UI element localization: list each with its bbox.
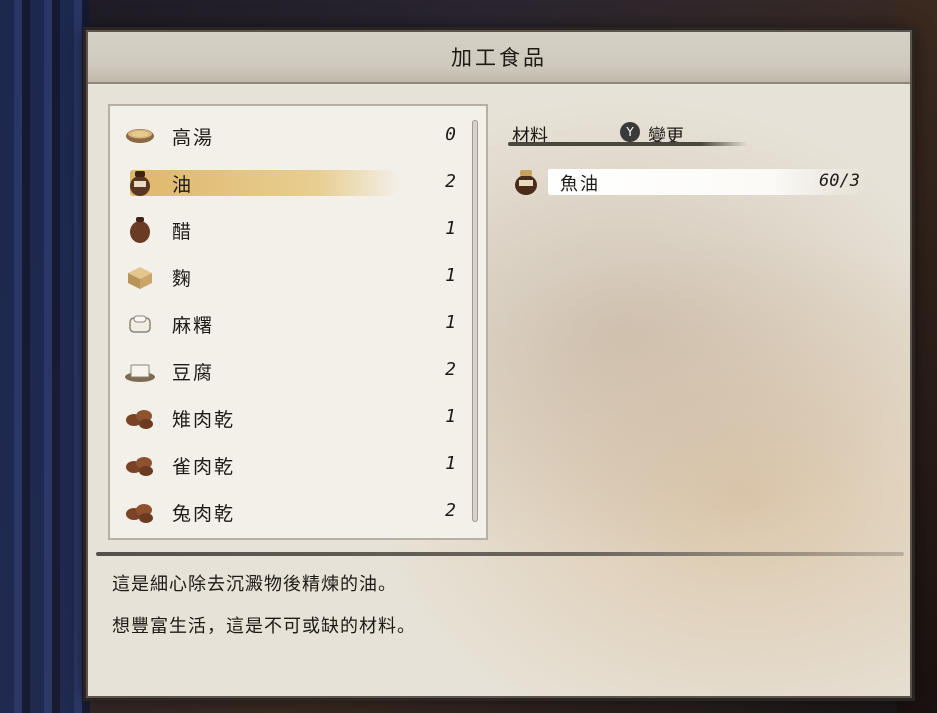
scrollbar-thumb[interactable] bbox=[472, 120, 478, 522]
item-name: 麴 bbox=[172, 268, 194, 290]
item-name: 兔肉乾 bbox=[172, 503, 236, 525]
material-name: 魚油 bbox=[560, 174, 600, 195]
oil-jar-icon bbox=[130, 171, 150, 196]
koji-block-icon bbox=[128, 267, 152, 289]
tofu-icon bbox=[125, 364, 155, 382]
material-quantity: 60/3 bbox=[819, 171, 860, 191]
list-item-sparrow-jerky[interactable]: 雀肉乾 1 bbox=[110, 443, 466, 487]
jerky-icon bbox=[126, 457, 153, 476]
material-row[interactable]: 魚油 60/3 bbox=[508, 166, 868, 198]
item-count: 1 bbox=[445, 312, 456, 333]
item-count: 0 bbox=[445, 124, 456, 145]
header-divider bbox=[508, 142, 748, 146]
y-button-icon[interactable]: Y bbox=[620, 122, 640, 142]
item-count: 2 bbox=[445, 500, 456, 521]
list-item-vinegar[interactable]: 醋 1 bbox=[110, 208, 466, 252]
item-count: 2 bbox=[445, 171, 456, 192]
page-title: 加工食品 bbox=[451, 46, 547, 70]
list-item-oil[interactable]: 油 2 bbox=[110, 161, 466, 205]
item-count: 1 bbox=[445, 406, 456, 427]
background-left-decor bbox=[0, 0, 90, 713]
item-name: 油 bbox=[172, 174, 194, 196]
vinegar-jar-icon bbox=[130, 217, 150, 243]
jerky-icon bbox=[126, 504, 153, 523]
item-list: 高湯 0 油 2 醋 1 麴 1 麻糬 1 豆腐 2 雉肉乾 1 雀肉乾 1 兔… bbox=[108, 104, 488, 540]
mochi-icon bbox=[129, 315, 151, 333]
item-name: 豆腐 bbox=[172, 362, 215, 384]
list-item-rabbit-jerky[interactable]: 兔肉乾 2 bbox=[110, 490, 466, 534]
description-line-2: 想豐富生活，這是不可或缺的材料。 bbox=[112, 616, 416, 637]
item-name: 高湯 bbox=[172, 127, 215, 149]
item-name: 醋 bbox=[172, 221, 194, 243]
description-divider bbox=[96, 552, 904, 556]
description-line-1: 這是細心除去沉澱物後精煉的油。 bbox=[112, 574, 397, 595]
list-scrollbar[interactable] bbox=[472, 120, 478, 522]
item-count: 1 bbox=[445, 265, 456, 286]
item-name: 麻糬 bbox=[172, 315, 215, 337]
list-item-tofu[interactable]: 豆腐 2 bbox=[110, 349, 466, 393]
fish-oil-jar-icon bbox=[515, 170, 537, 195]
bowl-icon bbox=[126, 129, 154, 143]
list-item-pheasant-jerky[interactable]: 雉肉乾 1 bbox=[110, 396, 466, 440]
crafting-panel: 加工食品 高湯 0 油 2 醋 1 麴 1 麻糬 1 豆腐 2 雉肉乾 1 雀肉… bbox=[86, 30, 912, 698]
title-bar: 加工食品 bbox=[88, 32, 910, 84]
item-count: 1 bbox=[445, 218, 456, 239]
list-item-stock[interactable]: 高湯 0 bbox=[110, 114, 466, 158]
list-item-mochi[interactable]: 麻糬 1 bbox=[110, 302, 466, 346]
item-name: 雀肉乾 bbox=[172, 456, 236, 478]
jerky-icon bbox=[126, 410, 153, 429]
item-name: 雉肉乾 bbox=[172, 409, 236, 431]
item-count: 1 bbox=[445, 453, 456, 474]
item-count: 2 bbox=[445, 359, 456, 380]
list-item-koji[interactable]: 麴 1 bbox=[110, 255, 466, 299]
materials-header: 材料 Y 變更 bbox=[508, 122, 748, 148]
